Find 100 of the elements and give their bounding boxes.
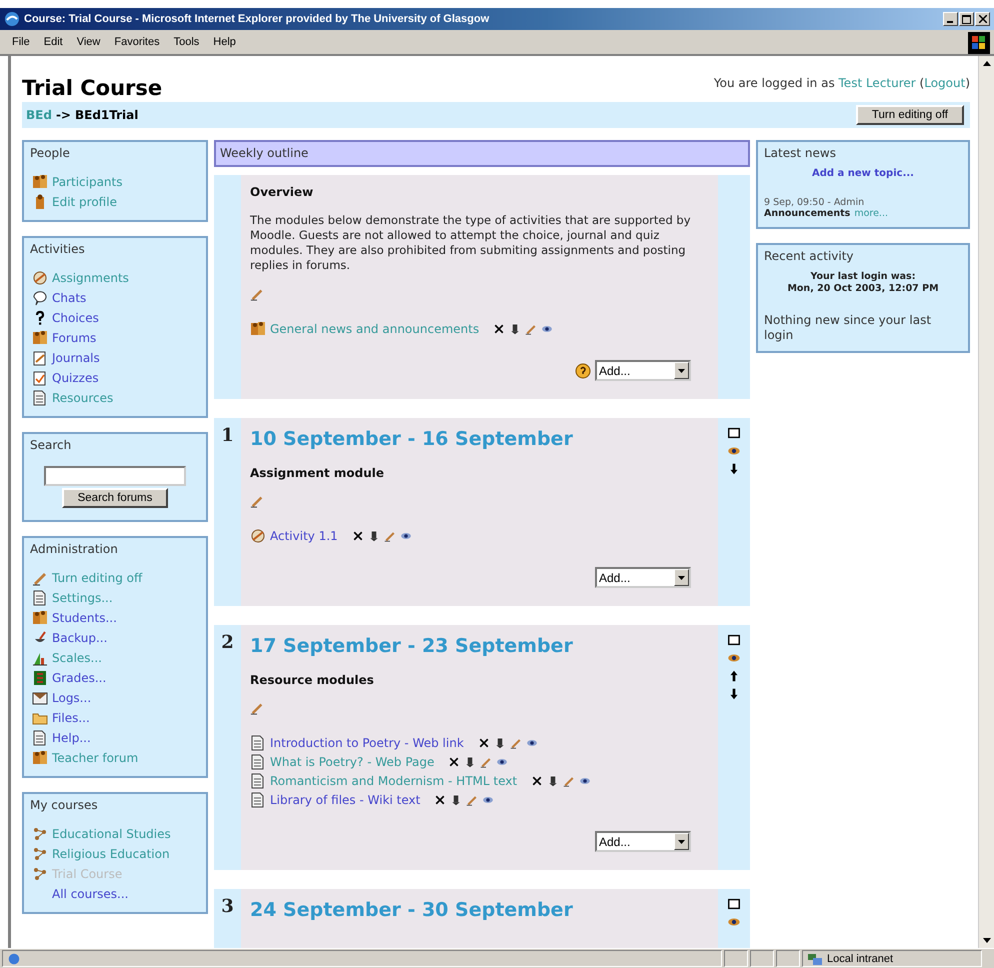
add-dropdown[interactable]: Add... bbox=[595, 360, 691, 381]
logs-icon bbox=[32, 690, 48, 706]
menu-item[interactable]: Edit bbox=[44, 36, 63, 48]
quiz-icon bbox=[32, 370, 48, 386]
block-link[interactable]: Logs... bbox=[52, 691, 92, 705]
document-icon bbox=[32, 730, 48, 746]
assignment-icon bbox=[32, 270, 48, 286]
document-icon bbox=[250, 792, 266, 808]
people-icon bbox=[32, 174, 48, 190]
close-button[interactable] bbox=[975, 12, 990, 26]
section-heading: 10 September - 16 September bbox=[250, 428, 574, 450]
menu-item[interactable]: File bbox=[12, 36, 30, 48]
module-link[interactable]: Activity 1.1 bbox=[270, 528, 338, 542]
delete-icon[interactable] bbox=[448, 756, 460, 768]
user-link[interactable]: Logout bbox=[924, 76, 966, 90]
people-icon bbox=[32, 610, 48, 626]
status-panel bbox=[776, 950, 800, 967]
search-field[interactable] bbox=[44, 466, 186, 486]
document-icon bbox=[32, 390, 48, 406]
section-number: 3 bbox=[221, 896, 234, 919]
network-icon bbox=[807, 952, 823, 966]
block-link[interactable]: Grades... bbox=[52, 671, 106, 685]
minimize-button[interactable] bbox=[943, 12, 958, 26]
module-link[interactable]: Library of files - Wiki text bbox=[270, 792, 420, 806]
menu-item[interactable]: View bbox=[76, 36, 100, 48]
block-title: Activities bbox=[30, 242, 86, 256]
dropdown-arrow-icon bbox=[678, 576, 685, 580]
people-icon bbox=[250, 320, 266, 336]
course-icon bbox=[32, 826, 48, 842]
add-dropdown[interactable]: Add... bbox=[595, 831, 691, 852]
section-number: 1 bbox=[221, 425, 234, 448]
block-title: People bbox=[30, 146, 71, 160]
square-icon[interactable] bbox=[727, 633, 741, 647]
search-button[interactable]: Search forums bbox=[62, 488, 168, 508]
status-panel bbox=[750, 950, 774, 967]
module-link[interactable]: Introduction to Poetry - Web link bbox=[270, 736, 464, 750]
menu-item[interactable]: Tools bbox=[174, 36, 200, 48]
user-link[interactable]: Test Lecturer bbox=[838, 76, 916, 90]
delete-icon[interactable] bbox=[434, 794, 446, 806]
block-link[interactable]: Students... bbox=[52, 611, 117, 625]
section-number: 2 bbox=[221, 632, 234, 655]
section-summary: Assignment module bbox=[250, 466, 386, 480]
section-heading: 17 September - 23 September bbox=[250, 635, 574, 657]
menu-item[interactable]: Favorites bbox=[114, 36, 160, 48]
help-icon[interactable] bbox=[575, 362, 591, 378]
edit-icon[interactable] bbox=[250, 701, 264, 715]
speech-bubble-icon bbox=[32, 290, 48, 306]
last-login-text: Your last login was: Mon, 20 Oct 2003, 12:07 PM bbox=[786, 271, 940, 295]
turn-editing-off-button[interactable]: Turn editing off bbox=[856, 105, 964, 125]
section-description: The modules below demonstrate the type of activities that are supported by Moodle. Guests are not allowed to attempt the choice, journal and quiz modules. They are also prohibited from submiting assignments and posting replies in forums. bbox=[250, 213, 692, 273]
document-icon bbox=[250, 772, 266, 788]
square-icon[interactable] bbox=[727, 426, 741, 440]
news-meta: 9 Sep, 09:50 - Admin bbox=[764, 197, 866, 208]
delete-icon[interactable] bbox=[352, 530, 364, 542]
menu-item[interactable]: Help bbox=[213, 36, 236, 48]
login-info: You are logged in as Test Lecturer (Logout) bbox=[714, 76, 970, 90]
block-title: Administration bbox=[30, 542, 119, 556]
grades-icon bbox=[32, 670, 48, 686]
people-icon bbox=[32, 330, 48, 346]
block-link[interactable]: Chats bbox=[52, 291, 86, 305]
maximize-button[interactable] bbox=[959, 12, 974, 26]
block-title: Latest news bbox=[764, 146, 837, 160]
block-title: Recent activity bbox=[764, 249, 855, 263]
block-link[interactable]: Backup... bbox=[52, 631, 108, 645]
window-title: Course: Trial Course - Microsoft Internet Explorer provided by The University of Glasgow bbox=[24, 13, 490, 25]
close-icon bbox=[978, 15, 986, 23]
delete-icon[interactable] bbox=[478, 736, 490, 748]
people-icon bbox=[32, 750, 48, 766]
course-icon bbox=[32, 866, 48, 882]
square-icon[interactable] bbox=[727, 897, 741, 911]
edit-icon[interactable] bbox=[250, 287, 264, 301]
add-dropdown[interactable]: Add... bbox=[595, 567, 691, 588]
breadcrumb-text: BEd1Trial bbox=[74, 108, 138, 122]
block-link[interactable]: Quizzes bbox=[52, 371, 99, 385]
delete-icon[interactable] bbox=[493, 322, 506, 334]
document-icon bbox=[250, 734, 266, 750]
section-summary: Overview bbox=[250, 185, 314, 199]
document-icon bbox=[250, 754, 266, 770]
browser-icon bbox=[4, 11, 20, 27]
news-item: Announcements bbox=[764, 208, 850, 219]
block-link[interactable]: Journals bbox=[52, 351, 100, 365]
block-link[interactable]: Help... bbox=[52, 731, 91, 745]
dropdown-arrow-icon bbox=[678, 368, 685, 372]
delete-icon[interactable] bbox=[531, 774, 544, 786]
windows-logo-icon bbox=[968, 32, 990, 54]
edit-icon[interactable] bbox=[250, 494, 264, 508]
block-link[interactable]: Files... bbox=[52, 711, 90, 725]
add-topic-link[interactable]: Add a new topic... bbox=[812, 168, 914, 179]
status-panel bbox=[724, 950, 748, 967]
block-link[interactable]: Choices bbox=[52, 311, 99, 325]
block-link[interactable]: Forums bbox=[52, 331, 96, 345]
activity-note: Nothing new since your last login bbox=[764, 313, 932, 343]
block-link[interactable]: All courses... bbox=[52, 887, 128, 901]
scrollbar[interactable] bbox=[978, 56, 994, 948]
page-icon bbox=[7, 952, 21, 966]
section-summary: Resource modules bbox=[250, 673, 375, 687]
breadcrumb-text: -> bbox=[56, 108, 71, 122]
course-icon bbox=[32, 846, 48, 862]
maximize-icon bbox=[962, 14, 971, 24]
block-title: My courses bbox=[30, 798, 99, 812]
